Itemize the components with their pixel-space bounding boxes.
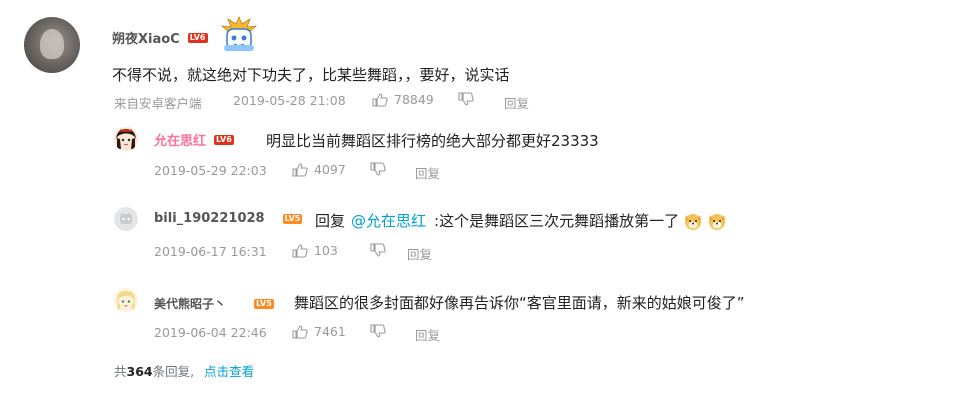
reply-button[interactable]: 回复 <box>415 163 440 182</box>
reply-button[interactable]: 回复 <box>407 244 432 263</box>
reply-avatar[interactable] <box>114 288 138 312</box>
username[interactable]: 朔夜XiaoC <box>112 28 180 47</box>
thumbs-up-icon[interactable] <box>292 243 308 258</box>
reply-button[interactable]: 回复 <box>504 93 529 112</box>
level-badge: LV6 <box>214 134 234 145</box>
thumbs-up-icon[interactable] <box>292 162 308 177</box>
thumbs-down-icon[interactable] <box>458 92 474 106</box>
reply-count-prefix: 共 <box>114 364 127 379</box>
reply-username[interactable]: 允在思红 <box>154 130 206 149</box>
reply-username[interactable]: 美代熊昭子丶 <box>154 295 226 312</box>
reply-count-summary: 共364条回复, 点击查看 <box>114 361 254 380</box>
reply-count: 364 <box>126 364 153 379</box>
avatar-anime-girl-icon <box>114 288 138 312</box>
thumbs-down-icon[interactable] <box>370 162 386 176</box>
level-badge: LV6 <box>187 32 208 43</box>
reply-count-suffix: 条回复, <box>152 364 195 379</box>
thumbs-up-icon[interactable] <box>372 92 388 107</box>
thumbs-down-icon[interactable] <box>370 243 386 257</box>
reply-prefix: 回复 <box>315 212 346 230</box>
reply-time: 2019-06-17 16:31 <box>154 244 267 259</box>
view-more-link[interactable]: 点击查看 <box>204 364 254 379</box>
doge-emoji-icon <box>685 213 702 230</box>
default-avatar-icon <box>114 207 138 231</box>
reply-content: :这个是舞蹈区三次元舞蹈播放第一了 <box>434 212 680 230</box>
reply-avatar[interactable] <box>114 127 138 151</box>
like-count: 78849 <box>394 92 434 107</box>
thumbs-down-icon[interactable] <box>370 324 386 338</box>
reply-avatar[interactable] <box>114 207 138 231</box>
like-count: 103 <box>314 243 338 258</box>
comment-content: 不得不说，就这绝对下功夫了，比某些舞蹈，，要好，说实话 <box>112 66 510 84</box>
reply-username[interactable]: bili_190221028 <box>154 211 265 226</box>
comment-source: 来自安卓客户端 <box>114 96 202 111</box>
thumbs-up-icon[interactable] <box>292 324 308 339</box>
avatar-girl-icon <box>114 127 138 151</box>
reply-content: 舞蹈区的很多封面都好像再告诉你“客官里面请，新来的姑娘可俊了” <box>294 294 745 312</box>
level-badge: LV5 <box>282 213 303 224</box>
reply-button[interactable]: 回复 <box>415 325 440 344</box>
reply-content: 明显比当前舞蹈区排行榜的绝大部分都更好23333 <box>266 132 599 150</box>
doge-emoji-icon <box>709 213 726 230</box>
reply-time: 2019-06-04 22:46 <box>154 325 267 340</box>
avatar-pendant-icon <box>220 15 258 51</box>
comment-time: 2019-05-28 21:08 <box>233 93 346 108</box>
user-avatar[interactable] <box>24 17 80 73</box>
mention-link[interactable]: @允在思红 <box>351 210 426 231</box>
level-badge: LV5 <box>254 298 274 309</box>
like-count: 7461 <box>314 324 346 339</box>
like-count: 4097 <box>314 162 346 177</box>
reply-time: 2019-05-29 22:03 <box>154 163 267 178</box>
